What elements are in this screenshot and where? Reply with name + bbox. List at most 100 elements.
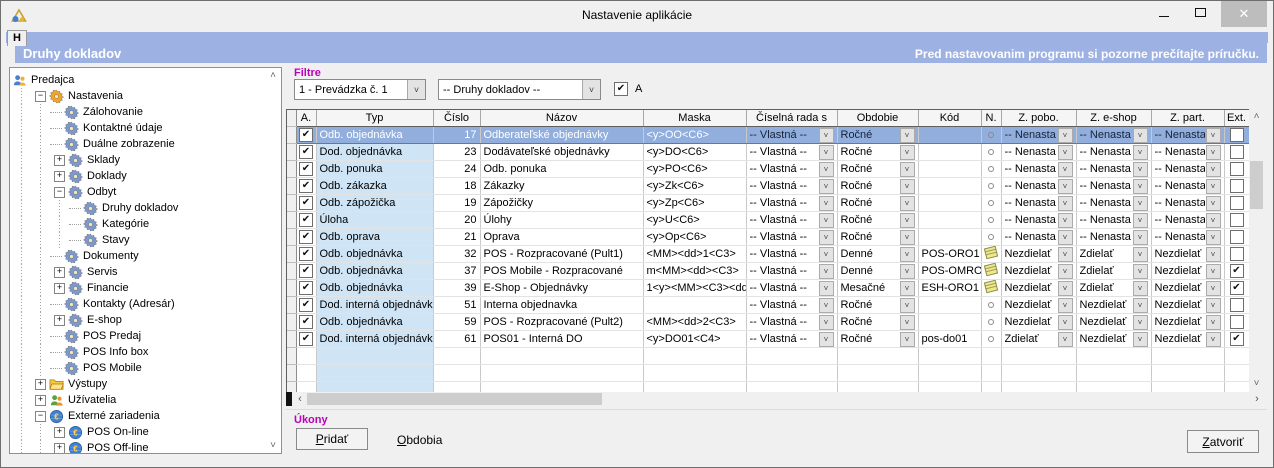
z-part-cell[interactable]: Nezdielať˅ bbox=[1151, 263, 1224, 280]
maska-cell[interactable]: <y>Zk<C6> bbox=[643, 178, 746, 195]
z-eshop-cell[interactable]: -- Nenasta˅ bbox=[1076, 195, 1151, 212]
z-pobo-cell[interactable]: -- Nenasta˅ bbox=[1001, 161, 1076, 178]
chevron-down-icon[interactable]: ˅ bbox=[1058, 162, 1073, 177]
chevron-down-icon[interactable]: ˅ bbox=[900, 298, 915, 313]
chevron-down-icon[interactable]: ˅ bbox=[1058, 298, 1073, 313]
scroll-up-icon[interactable]: ˄ bbox=[1249, 109, 1264, 124]
ext-checkbox[interactable] bbox=[1230, 315, 1244, 329]
chevron-down-icon[interactable]: ˅ bbox=[1133, 298, 1148, 313]
collapse-icon[interactable]: − bbox=[35, 411, 46, 422]
tree-item[interactable]: Kontaktné údaje bbox=[12, 120, 265, 136]
chevron-down-icon[interactable]: ˅ bbox=[1206, 315, 1221, 330]
active-checkbox[interactable] bbox=[299, 281, 313, 295]
nazov-cell[interactable]: Oprava bbox=[480, 229, 643, 246]
tree-item[interactable]: +Financie bbox=[12, 280, 265, 296]
z-part-cell[interactable]: Nezdielať˅ bbox=[1151, 297, 1224, 314]
ext-cell[interactable] bbox=[1224, 229, 1249, 246]
active-cell[interactable] bbox=[296, 280, 316, 297]
tree-item[interactable]: Druhy dokladov bbox=[12, 200, 265, 216]
chevron-down-icon[interactable]: ˅ bbox=[1058, 264, 1073, 279]
tree-item[interactable]: Predajca bbox=[12, 72, 265, 88]
ciselna-rada-cell[interactable]: -- Vlastná --˅ bbox=[746, 144, 837, 161]
cislo-cell[interactable]: 19 bbox=[433, 195, 480, 212]
typ-cell[interactable]: Odb. objednávka bbox=[316, 127, 433, 144]
z-eshop-cell[interactable]: Nezdielať˅ bbox=[1076, 297, 1151, 314]
active-checkbox[interactable] bbox=[299, 145, 313, 159]
chevron-down-icon[interactable]: ˅ bbox=[1133, 264, 1148, 279]
chevron-down-icon[interactable]: ˅ bbox=[819, 264, 834, 279]
tree-item[interactable]: +POS On-line bbox=[12, 424, 265, 440]
nazov-cell[interactable]: Zápožičky bbox=[480, 195, 643, 212]
nazov-cell[interactable]: POS Mobile - Rozpracované bbox=[480, 263, 643, 280]
ext-cell[interactable] bbox=[1224, 297, 1249, 314]
chevron-down-icon[interactable]: ˅ bbox=[1133, 332, 1148, 347]
ext-checkbox[interactable] bbox=[1230, 145, 1244, 159]
z-eshop-cell[interactable]: -- Nenasta˅ bbox=[1076, 212, 1151, 229]
z-pobo-cell[interactable]: -- Nenasta˅ bbox=[1001, 212, 1076, 229]
chevron-down-icon[interactable]: ˅ bbox=[1058, 230, 1073, 245]
tree-item[interactable]: POS Mobile bbox=[12, 360, 265, 376]
table-row[interactable]: Odb. objednávka59POS - Rozpracované (Pul… bbox=[287, 314, 1249, 331]
cislo-cell[interactable]: 21 bbox=[433, 229, 480, 246]
chevron-down-icon[interactable]: ˅ bbox=[407, 80, 425, 99]
tree-item[interactable]: −Odbyt bbox=[12, 184, 265, 200]
cislo-cell[interactable]: 17 bbox=[433, 127, 480, 144]
chevron-down-icon[interactable]: ˅ bbox=[1206, 145, 1221, 160]
ciselna-rada-cell[interactable]: -- Vlastná --˅ bbox=[746, 280, 837, 297]
nazov-cell[interactable]: Odberateľské objednávky bbox=[480, 127, 643, 144]
tree-item[interactable]: Zálohovanie bbox=[12, 104, 265, 120]
obdobie-cell[interactable]: Mesačné˅ bbox=[837, 280, 918, 297]
chevron-down-icon[interactable]: ˅ bbox=[900, 196, 915, 211]
tree-item[interactable]: Duálne zobrazenie bbox=[12, 136, 265, 152]
ext-cell[interactable] bbox=[1224, 212, 1249, 229]
tree-item[interactable]: −Externé zariadenia bbox=[12, 408, 265, 424]
typ-cell[interactable]: Dod. objednávka bbox=[316, 144, 433, 161]
active-cell[interactable] bbox=[296, 195, 316, 212]
note-cell[interactable] bbox=[981, 212, 1001, 229]
active-cell[interactable] bbox=[296, 246, 316, 263]
kod-cell[interactable]: pos-do01 bbox=[918, 331, 981, 348]
z-eshop-cell[interactable]: Nezdielať˅ bbox=[1076, 314, 1151, 331]
note-cell[interactable] bbox=[981, 161, 1001, 178]
expand-icon[interactable]: + bbox=[54, 315, 65, 326]
chevron-down-icon[interactable]: ˅ bbox=[1206, 128, 1221, 143]
obdobie-cell[interactable]: Ročné˅ bbox=[837, 331, 918, 348]
maska-cell[interactable]: <y>DO<C6> bbox=[643, 144, 746, 161]
chevron-down-icon[interactable]: ˅ bbox=[1133, 281, 1148, 296]
chevron-down-icon[interactable]: ˅ bbox=[819, 315, 834, 330]
ciselna-rada-cell[interactable]: -- Vlastná --˅ bbox=[746, 161, 837, 178]
scroll-right-icon[interactable]: › bbox=[1250, 393, 1264, 405]
expand-icon[interactable]: + bbox=[54, 427, 65, 438]
typ-cell[interactable]: Dod. interná objednávka bbox=[316, 331, 433, 348]
expand-icon[interactable]: + bbox=[35, 379, 46, 390]
active-cell[interactable] bbox=[296, 127, 316, 144]
chevron-down-icon[interactable]: ˅ bbox=[1133, 247, 1148, 262]
chevron-down-icon[interactable]: ˅ bbox=[900, 128, 915, 143]
z-part-cell[interactable]: Nezdielať˅ bbox=[1151, 246, 1224, 263]
kod-cell[interactable] bbox=[918, 212, 981, 229]
kod-cell[interactable]: ESH-ORO1 bbox=[918, 280, 981, 297]
tree-item[interactable]: −Nastavenia bbox=[12, 88, 265, 104]
ciselna-rada-cell[interactable]: -- Vlastná --˅ bbox=[746, 331, 837, 348]
collapse-icon[interactable]: − bbox=[54, 187, 65, 198]
horizontal-scroll-thumb[interactable] bbox=[307, 393, 602, 405]
active-cell[interactable] bbox=[296, 178, 316, 195]
column-header[interactable]: Ext. bbox=[1224, 110, 1249, 127]
tree-item[interactable]: Kontakty (Adresár) bbox=[12, 296, 265, 312]
ext-cell[interactable] bbox=[1224, 246, 1249, 263]
row-selector[interactable] bbox=[287, 144, 296, 161]
note-cell[interactable] bbox=[981, 178, 1001, 195]
ext-checkbox[interactable] bbox=[1230, 298, 1244, 312]
cislo-cell[interactable]: 51 bbox=[433, 297, 480, 314]
active-cell[interactable] bbox=[296, 212, 316, 229]
z-eshop-cell[interactable]: -- Nenasta˅ bbox=[1076, 127, 1151, 144]
z-eshop-cell[interactable]: -- Nenasta˅ bbox=[1076, 178, 1151, 195]
z-part-cell[interactable]: -- Nenasta˅ bbox=[1151, 127, 1224, 144]
chevron-down-icon[interactable]: ˅ bbox=[819, 145, 834, 160]
column-header[interactable]: Obdobie bbox=[837, 110, 918, 127]
active-checkbox[interactable] bbox=[299, 332, 313, 346]
z-pobo-cell[interactable]: -- Nenasta˅ bbox=[1001, 144, 1076, 161]
table-row[interactable]: Odb. objednávka32POS - Rozpracované (Pul… bbox=[287, 246, 1249, 263]
chevron-down-icon[interactable]: ˅ bbox=[900, 145, 915, 160]
kod-cell[interactable] bbox=[918, 144, 981, 161]
